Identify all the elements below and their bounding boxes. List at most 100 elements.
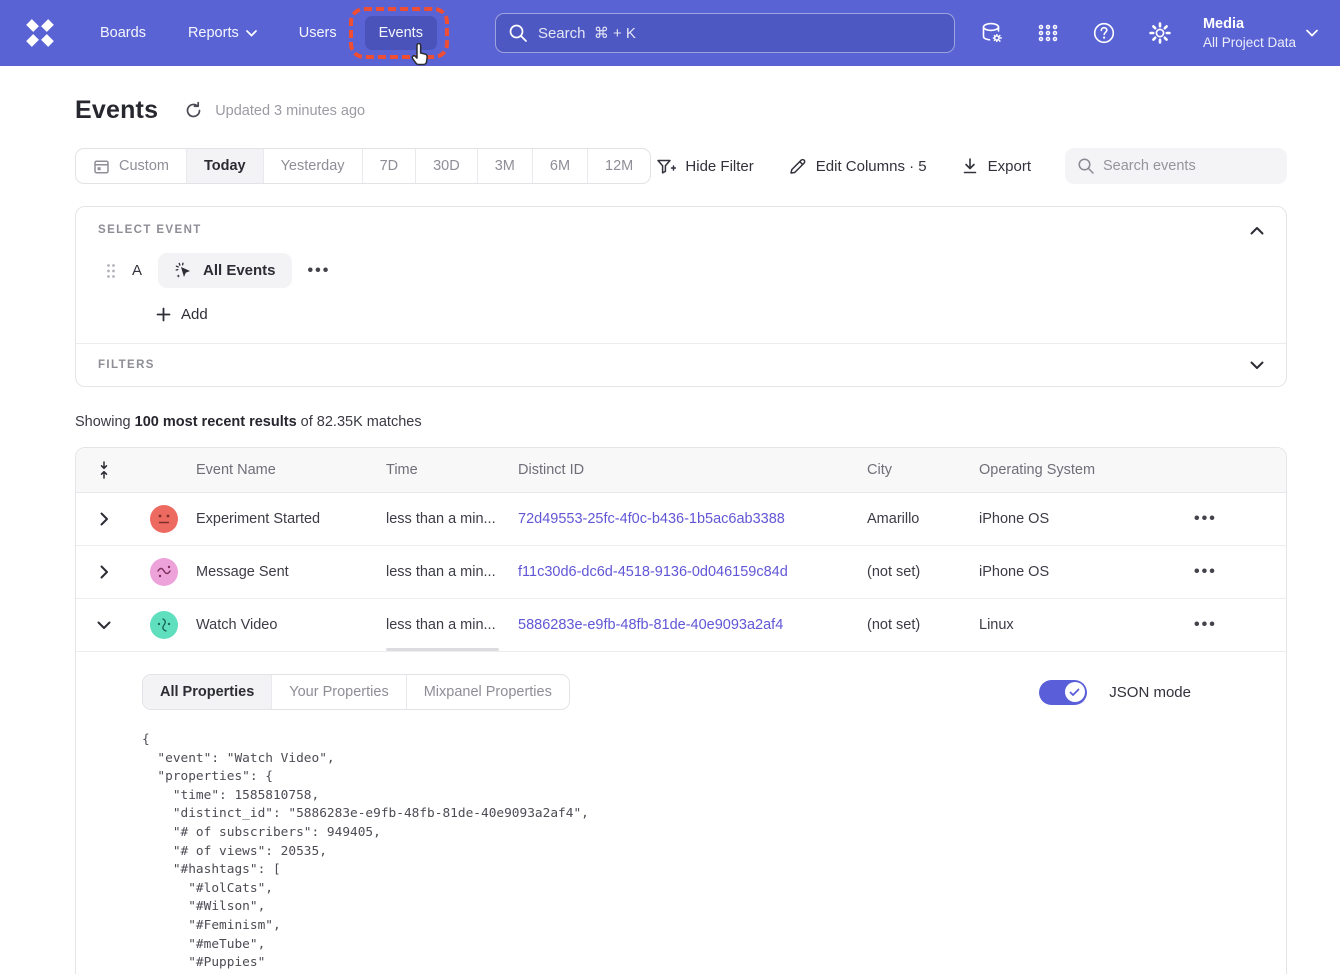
refresh-icon [184, 101, 203, 120]
cell-event-name: Watch Video [196, 617, 386, 633]
project-switcher[interactable]: Media All Project Data [1203, 15, 1318, 52]
last-updated-text: Updated 3 minutes ago [215, 103, 365, 119]
segment-label: 3M [495, 158, 515, 174]
cell-os: iPhone OS [979, 511, 1186, 527]
table-row[interactable]: Message Sent less than a min... f11c30d6… [76, 546, 1286, 599]
row-more-button[interactable]: ••• [1186, 506, 1225, 532]
edit-columns-label: Edit Columns · 5 [816, 158, 927, 175]
nav-item-events[interactable]: Events [365, 16, 437, 50]
cell-event-name: Experiment Started [196, 511, 386, 527]
col-header-distinct-id[interactable]: Distinct ID [518, 462, 867, 478]
mixpanel-logo-icon[interactable] [22, 15, 58, 51]
tab-mixpanel-properties[interactable]: Mixpanel Properties [406, 675, 569, 709]
apps-grid-icon[interactable] [1035, 20, 1061, 46]
settings-gear-icon[interactable] [1147, 20, 1173, 46]
search-events-input[interactable] [1065, 148, 1287, 184]
row-more-button[interactable]: ••• [1186, 559, 1225, 585]
row-expand-chevron-right-icon[interactable] [94, 559, 115, 585]
tab-all-properties[interactable]: All Properties [143, 675, 271, 709]
date-range-12m[interactable]: 12M [587, 149, 650, 183]
segment-label: 7D [380, 158, 399, 174]
select-event-section: SELECT EVENT A [76, 207, 1286, 343]
cell-time: less than a min... [386, 617, 518, 633]
cell-city: (not set) [867, 617, 979, 633]
check-icon [1069, 688, 1080, 697]
segment-label: Custom [119, 158, 169, 174]
properties-tabs: All Properties Your Properties Mixpanel … [142, 674, 570, 710]
search-icon [1077, 157, 1095, 175]
cell-os: Linux [979, 617, 1186, 633]
event-row-letter: A [132, 262, 158, 279]
refresh-button[interactable] [184, 101, 203, 120]
event-avatar [150, 505, 178, 533]
table-row[interactable]: Experiment Started less than a min... 72… [76, 493, 1286, 546]
pencil-icon [788, 157, 807, 176]
horizontal-scrollbar-thumb[interactable] [386, 648, 499, 651]
top-navbar: Boards Reports Users Events [0, 0, 1340, 66]
row-more-button[interactable]: ••• [1186, 612, 1225, 638]
project-scope: All Project Data [1203, 34, 1296, 52]
nav-label: Boards [100, 25, 146, 41]
collapse-chevron-up-icon[interactable] [1250, 226, 1264, 235]
segment-label: 12M [605, 158, 633, 174]
primary-nav: Boards Reports Users Events [86, 16, 451, 50]
col-header-city[interactable]: City [867, 462, 979, 478]
date-range-30d[interactable]: 30D [415, 149, 477, 183]
nav-item-reports[interactable]: Reports [174, 16, 271, 50]
page-title: Events [75, 96, 158, 125]
export-label: Export [988, 158, 1031, 175]
nav-item-boards[interactable]: Boards [86, 16, 160, 50]
summary-prefix: Showing [75, 414, 135, 430]
cell-time: less than a min... [386, 564, 518, 580]
cell-city: (not set) [867, 564, 979, 580]
nav-label: Events [379, 25, 423, 41]
date-range-today[interactable]: Today [186, 149, 263, 183]
date-range-3m[interactable]: 3M [477, 149, 532, 183]
add-label: Add [181, 306, 208, 323]
expand-chevron-down-icon[interactable] [1250, 361, 1264, 370]
event-row-more-button[interactable]: ••• [308, 262, 331, 280]
export-button[interactable]: Export [961, 157, 1031, 176]
sort-arrows-icon[interactable] [96, 460, 112, 480]
table-row-expanded[interactable]: Watch Video less than a min... 5886283e-… [76, 599, 1286, 652]
col-header-time[interactable]: Time [386, 462, 518, 478]
date-range-6m[interactable]: 6M [532, 149, 587, 183]
cell-distinct-id-link[interactable]: 72d49553-25fc-4f0c-b436-1b5ac6ab3388 [518, 511, 867, 527]
help-icon[interactable] [1091, 20, 1117, 46]
add-event-button[interactable]: Add [156, 306, 208, 323]
toggle-knob [1065, 682, 1085, 702]
chevron-down-icon [1306, 29, 1318, 37]
row-expand-chevron-right-icon[interactable] [94, 506, 115, 532]
date-range-7d[interactable]: 7D [362, 149, 416, 183]
nav-item-users[interactable]: Users [285, 16, 351, 50]
edit-columns-button[interactable]: Edit Columns · 5 [788, 157, 927, 176]
calendar-icon [93, 158, 110, 175]
event-avatar [150, 558, 178, 586]
cell-time: less than a min... [386, 511, 518, 527]
hide-filter-button[interactable]: Hide Filter [656, 157, 753, 176]
results-summary: Showing 100 most recent results of 82.35… [75, 414, 1287, 430]
cell-distinct-id-link[interactable]: 5886283e-e9fb-48fb-81de-40e9093a2af4 [518, 617, 867, 633]
col-header-os[interactable]: Operating System [979, 462, 1186, 478]
drag-handle-icon[interactable] [106, 263, 116, 279]
filters-header: FILTERS [98, 359, 155, 371]
col-header-event-name[interactable]: Event Name [196, 462, 386, 478]
cell-event-name: Message Sent [196, 564, 386, 580]
nav-label: Reports [188, 25, 239, 41]
data-management-icon[interactable] [979, 20, 1005, 46]
date-range-yesterday[interactable]: Yesterday [263, 149, 362, 183]
filters-section[interactable]: FILTERS [76, 343, 1286, 386]
tab-label: All Properties [160, 684, 254, 700]
cell-distinct-id-link[interactable]: f11c30d6-dc6d-4518-9136-0d046159c84d [518, 564, 867, 580]
table-tools: Hide Filter Edit Columns · 5 Export [656, 148, 1287, 184]
json-mode-toggle[interactable] [1039, 680, 1087, 705]
global-search-input[interactable] [495, 13, 955, 53]
date-range-custom[interactable]: Custom [76, 149, 186, 183]
select-event-header: SELECT EVENT [98, 224, 202, 236]
summary-count: 100 most recent results [135, 414, 297, 430]
cell-city: Amarillo [867, 511, 979, 527]
event-selector-chip[interactable]: All Events [158, 253, 292, 288]
filter-funnel-icon [656, 157, 676, 176]
row-collapse-chevron-down-icon[interactable] [91, 615, 117, 636]
tab-your-properties[interactable]: Your Properties [271, 675, 405, 709]
